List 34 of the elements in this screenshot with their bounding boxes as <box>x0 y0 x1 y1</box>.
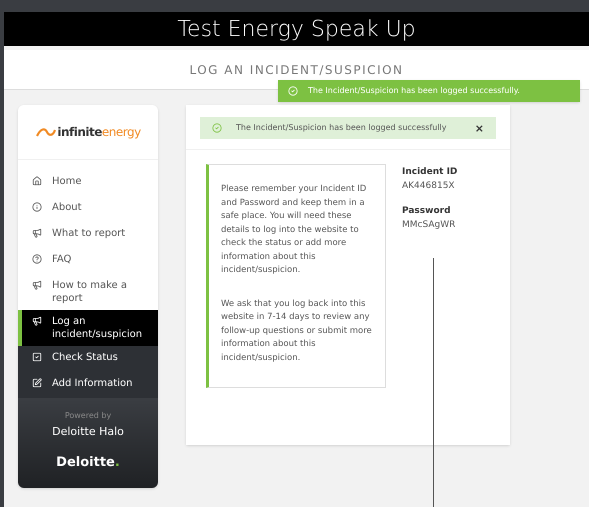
sidebar-item[interactable]: Home <box>18 170 158 196</box>
logo-text: infiniteenergy <box>57 124 141 141</box>
sidebar-item[interactable]: Add Information <box>18 372 158 398</box>
alert-message: The Incident/Suspicion has been logged successfully <box>236 122 448 134</box>
powered-by-label: Powered by <box>64 410 112 422</box>
page-title: LOG AN INCIDENT/SUSPICION <box>189 62 404 78</box>
check-icon <box>288 86 298 96</box>
product-name: Deloitte Halo <box>52 424 124 440</box>
megaphone-icon <box>32 280 42 290</box>
sidebar-item[interactable]: How to make a report <box>18 274 158 310</box>
site-title: Test Energy Speak Up <box>177 16 416 44</box>
sidebar-item[interactable]: About <box>18 196 158 222</box>
checkbox-icon <box>32 352 42 362</box>
toast-message: The Incident/Suspicion has been logged successfully. <box>308 85 520 97</box>
sidebar-item[interactable]: Log an incident/suspicion <box>18 310 158 346</box>
sidebar-item[interactable]: FAQ <box>18 248 158 274</box>
megaphone-icon <box>32 316 42 326</box>
brand-logo: Deloitte. <box>56 454 120 472</box>
help-icon <box>32 254 42 264</box>
notice-paragraph: We ask that you log back into this website in 7-14 days to review any follow-up questions or submit more information about this incident/suspicion. <box>221 298 373 364</box>
credential-value: AK446815X <box>402 180 456 192</box>
megaphone-icon <box>32 228 42 238</box>
check-icon <box>212 123 222 133</box>
credential-value: MMcSAgWR <box>402 218 456 232</box>
credential-label: Incident ID <box>402 166 458 179</box>
info-icon <box>32 202 42 212</box>
edit-icon <box>32 378 42 388</box>
home-icon <box>32 176 42 186</box>
logo-icon <box>35 126 58 138</box>
sidebar-item[interactable]: What to report <box>18 222 158 248</box>
notice-paragraph: Please remember your Incident ID and Password and keep them in a safe place. You will need these details to log into the website to check the status or add more information about this incident/suspicion. <box>221 183 368 277</box>
credential-label: Password <box>402 205 452 218</box>
close-button[interactable]: × <box>474 122 484 134</box>
sidebar-item[interactable]: Check Status <box>18 346 158 372</box>
